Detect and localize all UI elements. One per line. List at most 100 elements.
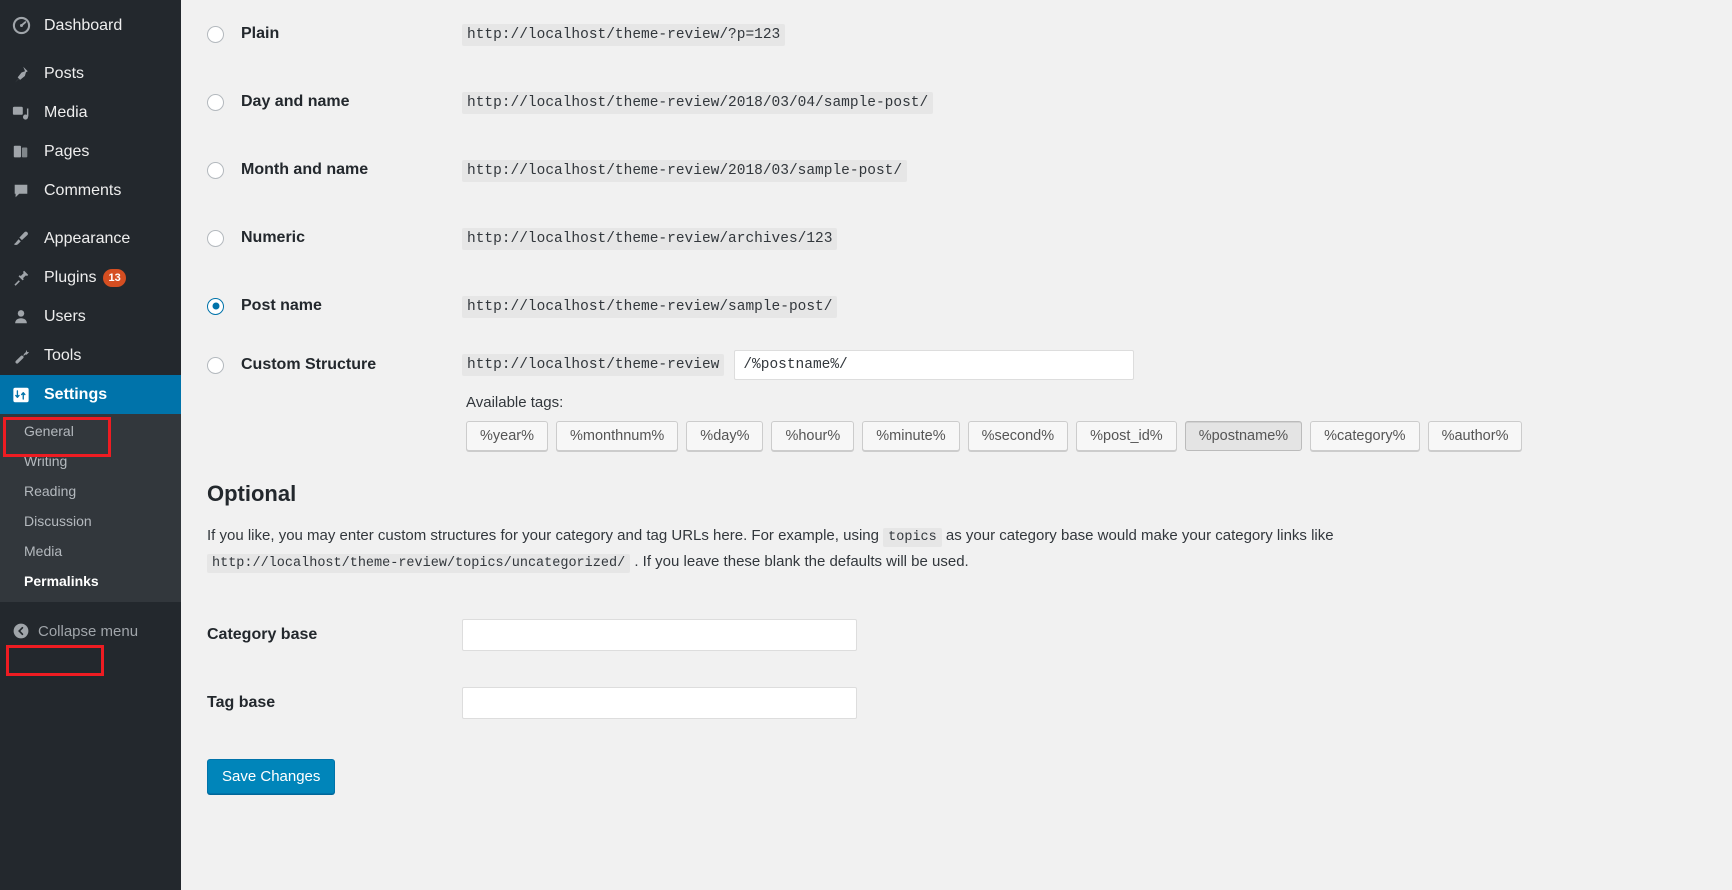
sidebar-item-permalinks[interactable]: Permalinks [0,566,181,596]
wordpress-admin-screen: Dashboard Posts Media Pages Comments App… [0,0,1732,890]
brush-icon [12,229,38,249]
sidebar-item-label: Posts [44,64,85,82]
wrench-icon [12,346,38,366]
available-tags-row: %year% %monthnum% %day% %hour% %minute% … [466,421,1732,451]
custom-structure-field-wrapper: http://localhost/theme-review [462,350,1732,380]
permalink-options-table: Plain http://localhost/theme-review/?p=1… [207,0,1732,451]
sidebar-item-users[interactable]: Users [0,297,181,336]
radio-option-month-and-name[interactable]: Month and name [207,161,462,179]
sidebar-item-general[interactable]: General [0,416,181,446]
category-base-input[interactable] [462,619,857,652]
sidebar-item-plugins[interactable]: Plugins 13 [0,258,181,297]
sidebar-item-dashboard[interactable]: Dashboard [0,6,181,45]
sidebar-item-writing[interactable]: Writing [0,446,181,476]
permalink-row-month-and-name: Month and name http://localhost/theme-re… [207,136,1732,204]
sidebar-item-posts[interactable]: Posts [0,54,181,93]
tag-button-second[interactable]: %second% [967,421,1069,451]
menu-separator [0,45,181,54]
radio-day-and-name-icon[interactable] [207,93,224,111]
radio-month-and-name-label: Month and name [241,161,369,178]
settings-icon [12,385,38,405]
radio-option-post-name[interactable]: Post name [207,297,462,315]
sidebar-item-label: Plugins [44,268,97,286]
collapse-menu-button[interactable]: Collapse menu [0,612,181,650]
settings-submenu: General Writing Reading Discussion Media… [0,414,181,602]
dashboard-icon [12,16,38,36]
permalink-row-custom-structure: Custom Structure http://localhost/theme-… [207,340,1732,451]
custom-structure-input[interactable] [734,350,1135,380]
pages-icon [12,142,38,162]
tag-base-label: Tag base [207,694,276,712]
category-base-label: Category base [207,626,318,644]
custom-structure-prefix: http://localhost/theme-review [462,354,725,376]
radio-custom-structure-icon[interactable] [207,356,224,374]
available-tags-label: Available tags: [466,394,564,411]
permalink-example-post-name: http://localhost/theme-review/sample-pos… [462,296,838,318]
tag-button-hour[interactable]: %hour% [771,421,855,451]
sidebar-item-appearance[interactable]: Appearance [0,219,181,258]
radio-numeric-icon[interactable] [207,229,224,247]
radio-option-custom-structure[interactable]: Custom Structure [207,356,462,374]
optional-code-topics: topics [883,528,942,547]
permalink-example-numeric: http://localhost/theme-review/archives/1… [462,228,838,250]
tag-button-minute[interactable]: %minute% [862,421,960,451]
permalink-row-plain: Plain http://localhost/theme-review/?p=1… [207,0,1732,68]
optional-desc-part2: as your category base would make your ca… [945,527,1334,544]
radio-custom-structure-label: Custom Structure [241,356,377,373]
permalink-row-post-name: Post name http://localhost/theme-review/… [207,272,1732,340]
radio-post-name-icon[interactable] [207,297,224,315]
user-icon [12,307,38,327]
sidebar-item-comments[interactable]: Comments [0,171,181,210]
sidebar-item-tools[interactable]: Tools [0,336,181,375]
sidebar-item-label: Settings [44,385,108,403]
sidebar-item-label: Users [44,307,86,325]
sidebar-item-reading[interactable]: Reading [0,476,181,506]
radio-option-numeric[interactable]: Numeric [207,229,462,247]
tag-button-category[interactable]: %category% [1310,421,1420,451]
radio-plain-icon[interactable] [207,25,224,43]
tag-button-day[interactable]: %day% [686,421,764,451]
permalink-settings-main: Plain http://localhost/theme-review/?p=1… [181,0,1732,890]
radio-option-day-and-name[interactable]: Day and name [207,93,462,111]
sidebar-item-media-settings[interactable]: Media [0,536,181,566]
sidebar-item-label: Tools [44,346,82,364]
sidebar-item-settings[interactable]: Settings [0,375,181,414]
comment-icon [12,181,38,201]
optional-section-title: Optional [207,481,297,506]
radio-plain-label: Plain [241,25,280,42]
sidebar-item-label: Dashboard [44,16,123,34]
save-changes-button[interactable]: Save Changes [207,759,336,795]
sidebar-item-discussion[interactable]: Discussion [0,506,181,536]
tag-button-monthnum[interactable]: %monthnum% [556,421,679,451]
radio-day-and-name-label: Day and name [241,93,350,110]
radio-option-plain[interactable]: Plain [207,25,462,43]
optional-desc-part3: . If you leave these blank the defaults … [634,553,969,571]
permalink-row-numeric: Numeric http://localhost/theme-review/ar… [207,204,1732,272]
pin-icon [12,64,38,84]
radio-numeric-label: Numeric [241,229,306,246]
collapse-menu-label: Collapse menu [38,622,139,640]
tag-button-post-id[interactable]: %post_id% [1076,421,1177,451]
sidebar-item-label: Comments [44,181,122,199]
permalink-example-plain: http://localhost/theme-review/?p=123 [462,24,786,46]
sidebar-item-media[interactable]: Media [0,93,181,132]
sidebar-item-label: Media [44,103,88,121]
collapse-arrow-icon [12,622,38,640]
optional-description: If you like, you may enter custom struct… [207,523,1507,575]
sidebar-item-label: Appearance [44,229,131,247]
radio-post-name-label: Post name [241,297,322,314]
tag-button-author[interactable]: %author% [1427,421,1523,451]
menu-separator [0,210,181,219]
base-fields-table: Category base Tag base [207,601,857,737]
radio-month-and-name-icon[interactable] [207,161,224,179]
tag-button-year[interactable]: %year% [466,421,548,451]
optional-code-url: http://localhost/theme-review/topics/unc… [207,554,631,574]
category-base-row: Category base [207,601,857,669]
tag-base-row: Tag base [207,669,857,737]
sidebar-item-pages[interactable]: Pages [0,132,181,171]
tag-base-input[interactable] [462,687,857,720]
permalink-row-day-and-name: Day and name http://localhost/theme-revi… [207,68,1732,136]
collapse-menu-wrapper: Collapse menu [0,612,181,650]
tag-button-postname[interactable]: %postname% [1184,421,1303,451]
media-icon [12,103,38,123]
